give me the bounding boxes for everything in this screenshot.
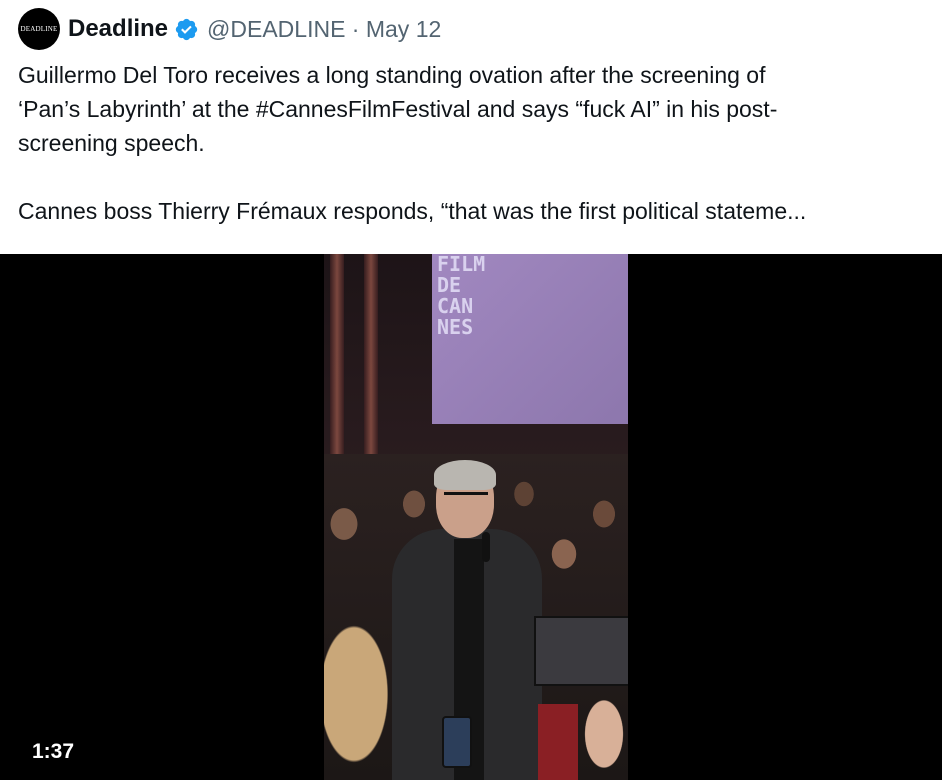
- video-player[interactable]: FILM DE CAN NES: [0, 254, 942, 780]
- verified-badge-icon: [175, 18, 198, 40]
- video-duration: 1:37: [32, 740, 75, 763]
- foreground-hair: [324, 584, 414, 780]
- tweet-text: Guillermo Del Toro receives a long stand…: [18, 62, 807, 224]
- curtain: [364, 254, 378, 454]
- video-frame[interactable]: FILM DE CAN NES: [324, 254, 628, 780]
- microphone: [482, 532, 490, 562]
- author-name[interactable]: Deadline: [68, 15, 168, 43]
- curtain: [330, 254, 344, 454]
- tweet-header: DEADLINE Deadline @DEADLINE · May 12: [18, 8, 441, 50]
- handle-and-date[interactable]: @DEADLINE · May 12: [207, 16, 441, 43]
- speaker-hair: [434, 460, 496, 490]
- phone-small: [442, 716, 472, 768]
- avatar[interactable]: DEADLINE: [18, 8, 60, 50]
- raised-hand: [564, 674, 628, 780]
- glasses: [444, 492, 488, 505]
- festival-screen-text: FILM DE CAN NES: [437, 254, 486, 339]
